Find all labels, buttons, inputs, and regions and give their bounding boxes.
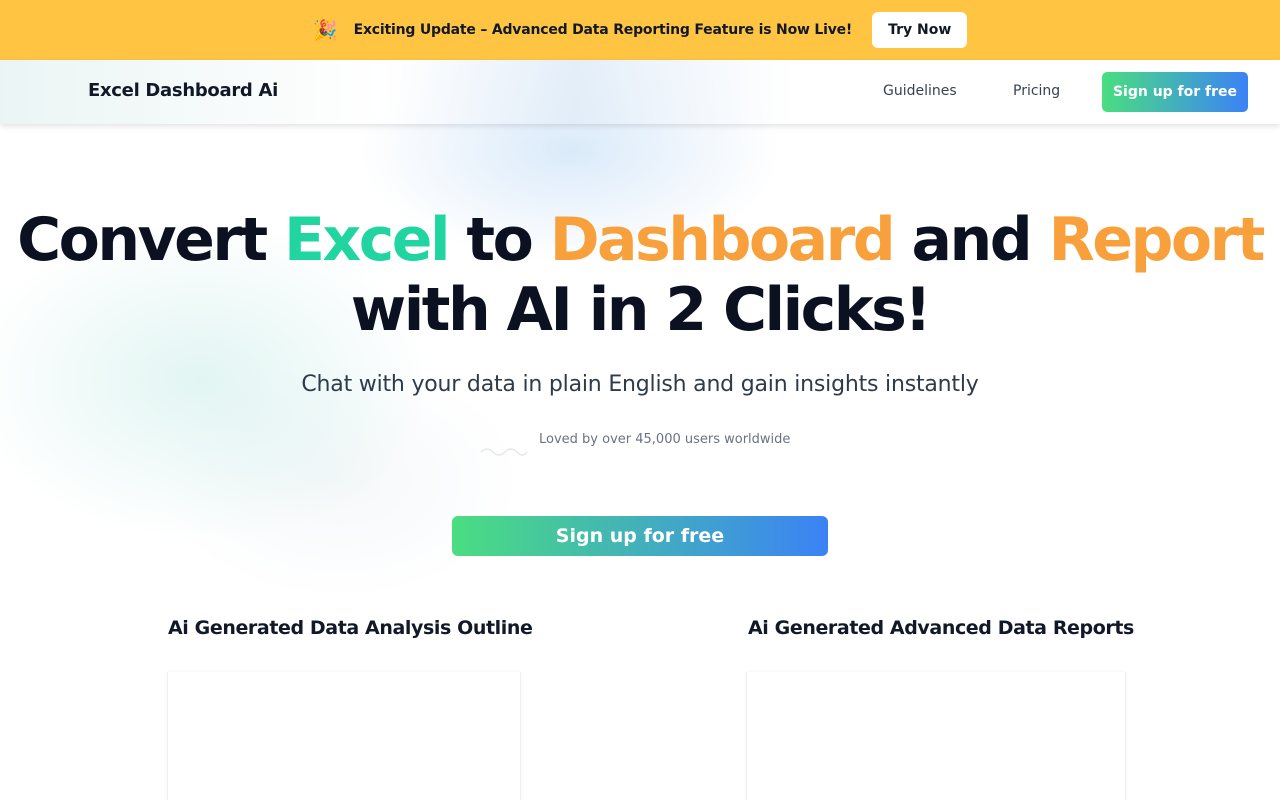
- nav-link-guidelines[interactable]: Guidelines: [883, 83, 957, 99]
- title-word-convert: Convert: [17, 205, 285, 275]
- announcement-text: Exciting Update – Advanced Data Reportin…: [353, 22, 853, 38]
- title-word-and: and: [893, 205, 1049, 275]
- title-line-2: with AI in 2 Clicks!: [350, 275, 932, 345]
- nav-signup-button[interactable]: Sign up for free: [1102, 72, 1248, 112]
- title-word-to: to: [448, 205, 550, 275]
- squiggle-decoration-icon: [480, 448, 528, 456]
- analysis-outline-preview-card: [167, 672, 521, 800]
- section-title-analysis-outline: Ai Generated Data Analysis Outline: [168, 617, 533, 639]
- title-word-excel: Excel: [284, 205, 451, 275]
- announcement-banner: 🎉 Exciting Update – Advanced Data Report…: [0, 0, 1280, 60]
- nav-link-pricing[interactable]: Pricing: [1013, 83, 1060, 99]
- party-popper-icon: 🎉: [312, 18, 338, 42]
- title-word-dashboard: Dashboard: [549, 205, 896, 275]
- top-navbar: Excel Dashboard Ai Guidelines Pricing Si…: [0, 60, 1280, 124]
- hero-signup-button[interactable]: Sign up for free: [452, 516, 828, 556]
- hero-title: Convert Excel to Dashboard and Report wi…: [0, 205, 1280, 345]
- try-now-button[interactable]: Try Now: [872, 12, 968, 48]
- hero-subtitle: Chat with your data in plain English and…: [301, 372, 979, 397]
- section-title-advanced-reports: Ai Generated Advanced Data Reports: [748, 617, 1134, 639]
- social-proof-text: Loved by over 45,000 users worldwide: [539, 432, 791, 447]
- brand-logo[interactable]: Excel Dashboard Ai: [88, 80, 278, 101]
- title-word-report: Report: [1048, 205, 1266, 275]
- advanced-reports-preview-card: [746, 672, 1126, 800]
